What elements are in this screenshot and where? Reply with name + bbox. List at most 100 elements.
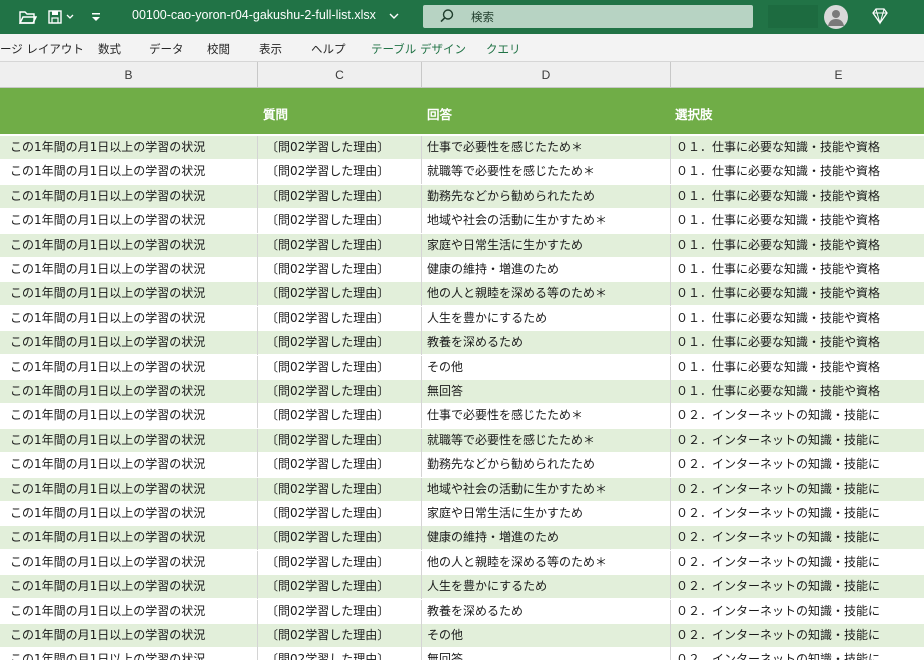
cell-answer[interactable]: 就職等で必要性を感じたため＊ [422,160,671,185]
cell-answer[interactable]: 家庭や日常生活に生かすため [422,233,671,258]
cell-answer[interactable]: 勤務先などから勧められたため [422,184,671,209]
table-row[interactable]: この1年間の月1日以上の学習の状況 〔問02学習した理由〕 教養を深めるため ０２．イ… [0,599,924,624]
column-header-d[interactable]: D [422,62,671,88]
cell-question[interactable]: 〔問02学習した理由〕 [258,453,422,478]
table-row[interactable]: この1年間の月1日以上の学習の状況 〔問02学習した理由〕 就職等で必要性を感じたた… [0,160,924,185]
table-row[interactable]: この1年間の月1日以上の学習の状況 〔問02学習した理由〕 人生を豊かにするため ０１… [0,306,924,331]
open-folder-icon[interactable] [18,7,38,27]
table-header-answer[interactable]: 回答 [427,104,452,123]
cell-topic[interactable]: この1年間の月1日以上の学習の状況 [0,184,258,209]
column-header-c[interactable]: C [258,62,422,88]
table-row[interactable]: この1年間の月1日以上の学習の状況 〔問02学習した理由〕 地域や社会の活動に生かす… [0,477,924,502]
table-row[interactable]: この1年間の月1日以上の学習の状況 〔問02学習した理由〕 家庭や日常生活に生かすた… [0,233,924,258]
table-row[interactable]: この1年間の月1日以上の学習の状況 〔問02学習した理由〕 勤務先などから勧められた… [0,453,924,478]
cell-topic[interactable]: この1年間の月1日以上の学習の状況 [0,306,258,331]
cell-choice[interactable]: ０２．インターネットの知識・技能に [671,429,924,453]
cell-choice[interactable]: ０１．仕事に必要な知識・技能や資格 [671,282,924,306]
cell-answer[interactable]: 人生を豊かにするため [422,306,671,331]
file-menu-chevron-icon[interactable] [388,7,400,31]
cell-topic[interactable]: この1年間の月1日以上の学習の状況 [0,136,258,160]
cell-choice[interactable]: ０１．仕事に必要な知識・技能や資格 [671,136,924,160]
cell-answer[interactable]: その他 [422,624,671,648]
tab-review[interactable]: 校閲 [207,41,230,57]
cell-topic[interactable]: この1年間の月1日以上の学習の状況 [0,526,258,551]
cell-topic[interactable]: この1年間の月1日以上の学習の状況 [0,258,258,282]
customize-qat-icon[interactable] [86,7,106,27]
table-row[interactable]: この1年間の月1日以上の学習の状況 〔問02学習した理由〕 その他 ０２．インターネッ… [0,624,924,648]
cell-choice[interactable]: ０１．仕事に必要な知識・技能や資格 [671,356,924,380]
cell-topic[interactable]: この1年間の月1日以上の学習の状況 [0,355,258,380]
cell-question[interactable]: 〔問02学習した理由〕 [258,184,422,209]
cell-answer[interactable]: 健康の維持・増進のため [422,258,671,282]
cell-answer[interactable]: 教養を深めるため [422,599,671,624]
cell-topic[interactable]: この1年間の月1日以上の学習の状況 [0,648,258,660]
cell-question[interactable]: 〔問02学習した理由〕 [258,209,422,234]
cell-question[interactable]: 〔問02学習した理由〕 [258,306,422,331]
cell-answer[interactable]: 人生を豊かにするため [422,575,671,600]
table-row[interactable]: この1年間の月1日以上の学習の状況 〔問02学習した理由〕 無回答 ０１．仕事に必要な… [0,380,924,404]
table-row[interactable]: この1年間の月1日以上の学習の状況 〔問02学習した理由〕 健康の維持・増進のため ０… [0,258,924,282]
table-row[interactable]: この1年間の月1日以上の学習の状況 〔問02学習した理由〕 仕事で必要性を感じたため… [0,136,924,160]
cell-choice[interactable]: ０１．仕事に必要な知識・技能や資格 [671,307,924,331]
cell-choice[interactable]: ０２．インターネットの知識・技能に [671,648,924,660]
cell-topic[interactable]: この1年間の月1日以上の学習の状況 [0,282,258,307]
cell-topic[interactable]: この1年間の月1日以上の学習の状況 [0,624,258,648]
cell-question[interactable]: 〔問02学習した理由〕 [258,136,422,160]
cell-question[interactable]: 〔問02学習した理由〕 [258,331,422,356]
table-header-question[interactable]: 質問 [263,104,288,123]
table-row[interactable]: この1年間の月1日以上の学習の状況 〔問02学習した理由〕 教養を深めるため ０１．仕… [0,331,924,356]
table-header-choice[interactable]: 選択肢 [675,104,713,123]
cell-answer[interactable]: 健康の維持・増進のため [422,526,671,551]
cell-choice[interactable]: ０１．仕事に必要な知識・技能や資格 [671,209,924,233]
cell-answer[interactable]: 仕事で必要性を感じたため＊ [422,136,671,160]
cell-answer[interactable]: 地域や社会の活動に生かすため＊ [422,477,671,502]
cell-choice[interactable]: ０２．インターネットの知識・技能に [671,478,924,502]
cell-question[interactable]: 〔問02学習した理由〕 [258,160,422,185]
cell-question[interactable]: 〔問02学習した理由〕 [258,648,422,660]
cell-choice[interactable]: ０１．仕事に必要な知識・技能や資格 [671,331,924,355]
tab-query[interactable]: クエリ [486,41,521,57]
cell-question[interactable]: 〔問02学習した理由〕 [258,258,422,282]
cell-topic[interactable]: この1年間の月1日以上の学習の状況 [0,380,258,404]
cell-topic[interactable]: この1年間の月1日以上の学習の状況 [0,404,258,429]
account-icon[interactable] [824,5,848,29]
cell-question[interactable]: 〔問02学習した理由〕 [258,550,422,575]
tab-formulas[interactable]: 数式 [98,41,121,57]
cell-topic[interactable]: この1年間の月1日以上の学習の状況 [0,575,258,600]
tab-page-layout[interactable]: ージ レイアウト [0,41,84,57]
cell-question[interactable]: 〔問02学習した理由〕 [258,282,422,307]
cell-question[interactable]: 〔問02学習した理由〕 [258,233,422,258]
cell-choice[interactable]: ０１．仕事に必要な知識・技能や資格 [671,185,924,209]
tab-help[interactable]: ヘルプ [311,41,346,57]
cell-topic[interactable]: この1年間の月1日以上の学習の状況 [0,209,258,234]
cell-answer[interactable]: 勤務先などから勧められたため [422,453,671,478]
table-row[interactable]: この1年間の月1日以上の学習の状況 〔問02学習した理由〕 人生を豊かにするため ０２… [0,575,924,600]
cell-answer[interactable]: 無回答 [422,648,671,660]
premium-diamond-icon[interactable] [870,7,890,29]
cell-choice[interactable]: ０２．インターネットの知識・技能に [671,575,924,599]
cell-question[interactable]: 〔問02学習した理由〕 [258,599,422,624]
cell-question[interactable]: 〔問02学習した理由〕 [258,355,422,380]
cell-answer[interactable]: 家庭や日常生活に生かすため [422,502,671,526]
cell-answer[interactable]: 他の人と親睦を深める等のため＊ [422,282,671,307]
column-header-b[interactable]: B [0,62,258,88]
cell-answer[interactable]: 就職等で必要性を感じたため＊ [422,428,671,453]
search-box[interactable]: 検索 [423,5,753,28]
cell-choice[interactable]: ０２．インターネットの知識・技能に [671,453,924,477]
cell-choice[interactable]: ０１．仕事に必要な知識・技能や資格 [671,258,924,282]
tab-table-design[interactable]: テーブル デザイン [371,41,466,57]
table-row[interactable]: この1年間の月1日以上の学習の状況 〔問02学習した理由〕 就職等で必要性を感じたた… [0,428,924,453]
cell-question[interactable]: 〔問02学習した理由〕 [258,575,422,600]
cell-question[interactable]: 〔問02学習した理由〕 [258,404,422,429]
cell-topic[interactable]: この1年間の月1日以上の学習の状況 [0,599,258,624]
cell-answer[interactable]: 無回答 [422,380,671,404]
table-row[interactable]: この1年間の月1日以上の学習の状況 〔問02学習した理由〕 勤務先などから勧められた… [0,184,924,209]
cell-answer[interactable]: 教養を深めるため [422,331,671,356]
cell-answer[interactable]: 地域や社会の活動に生かすため＊ [422,209,671,234]
table-row[interactable]: この1年間の月1日以上の学習の状況 〔問02学習した理由〕 仕事で必要性を感じたため… [0,404,924,429]
file-name[interactable]: 00100-cao-yoron-r04-gakushu-2-full-list.… [132,8,376,22]
cell-choice[interactable]: ０２．インターネットの知識・技能に [671,404,924,428]
cell-question[interactable]: 〔問02学習した理由〕 [258,624,422,648]
chevron-down-icon[interactable] [64,7,76,27]
tab-view[interactable]: 表示 [259,41,282,57]
